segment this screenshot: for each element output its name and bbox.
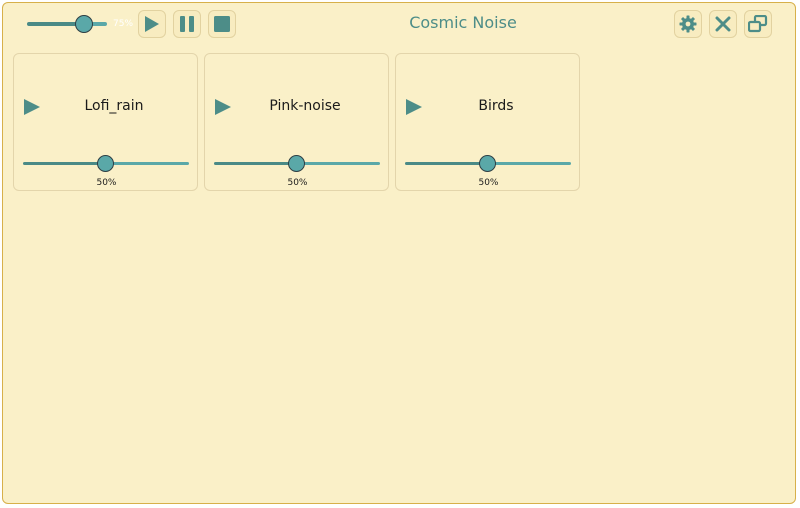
track-volume-knob[interactable] — [288, 155, 305, 172]
app-window: 75% Cosmic Noise Lofi_rain 50% Pink-nois… — [2, 2, 796, 504]
track-name: Lofi_rain — [84, 98, 144, 114]
pause-all-button[interactable] — [173, 10, 201, 38]
track-volume-track-filled — [23, 162, 106, 165]
track-volume-knob[interactable] — [97, 155, 114, 172]
track-name: Pink-noise — [269, 98, 341, 114]
restore-window-icon — [748, 15, 768, 33]
track-volume-value: 50% — [478, 178, 499, 188]
track-volume-slider[interactable] — [23, 155, 189, 173]
play-icon[interactable] — [405, 98, 423, 116]
track-volume-track — [106, 162, 189, 165]
play-icon[interactable] — [23, 98, 41, 116]
app-title: Cosmic Noise — [409, 13, 517, 32]
restore-window-button[interactable] — [744, 10, 772, 38]
track-card: Pink-noise 50% — [204, 53, 389, 191]
play-icon — [145, 16, 159, 32]
header-bar: 75% Cosmic Noise — [3, 3, 795, 47]
stop-icon — [214, 16, 230, 32]
master-volume-slider[interactable] — [27, 14, 113, 34]
close-icon — [715, 16, 731, 32]
track-card: Lofi_rain 50% — [13, 53, 198, 191]
track-volume-track — [297, 162, 380, 165]
pause-icon — [180, 16, 194, 32]
close-button[interactable] — [709, 10, 737, 38]
track-volume-value: 50% — [287, 178, 308, 188]
track-volume-track-filled — [214, 162, 297, 165]
track-volume-slider[interactable] — [214, 155, 380, 173]
play-all-button[interactable] — [138, 10, 166, 38]
track-card: Birds 50% — [395, 53, 580, 191]
play-icon[interactable] — [214, 98, 232, 116]
master-volume-value: 75% — [113, 19, 134, 29]
track-volume-value: 50% — [96, 178, 117, 188]
master-volume-knob[interactable] — [75, 15, 93, 33]
stop-all-button[interactable] — [208, 10, 236, 38]
track-name: Birds — [478, 98, 514, 114]
track-volume-slider[interactable] — [405, 155, 571, 173]
settings-button[interactable] — [674, 10, 702, 38]
track-volume-track-filled — [405, 162, 488, 165]
gear-icon — [679, 15, 697, 33]
track-volume-knob[interactable] — [479, 155, 496, 172]
track-volume-track — [488, 162, 571, 165]
